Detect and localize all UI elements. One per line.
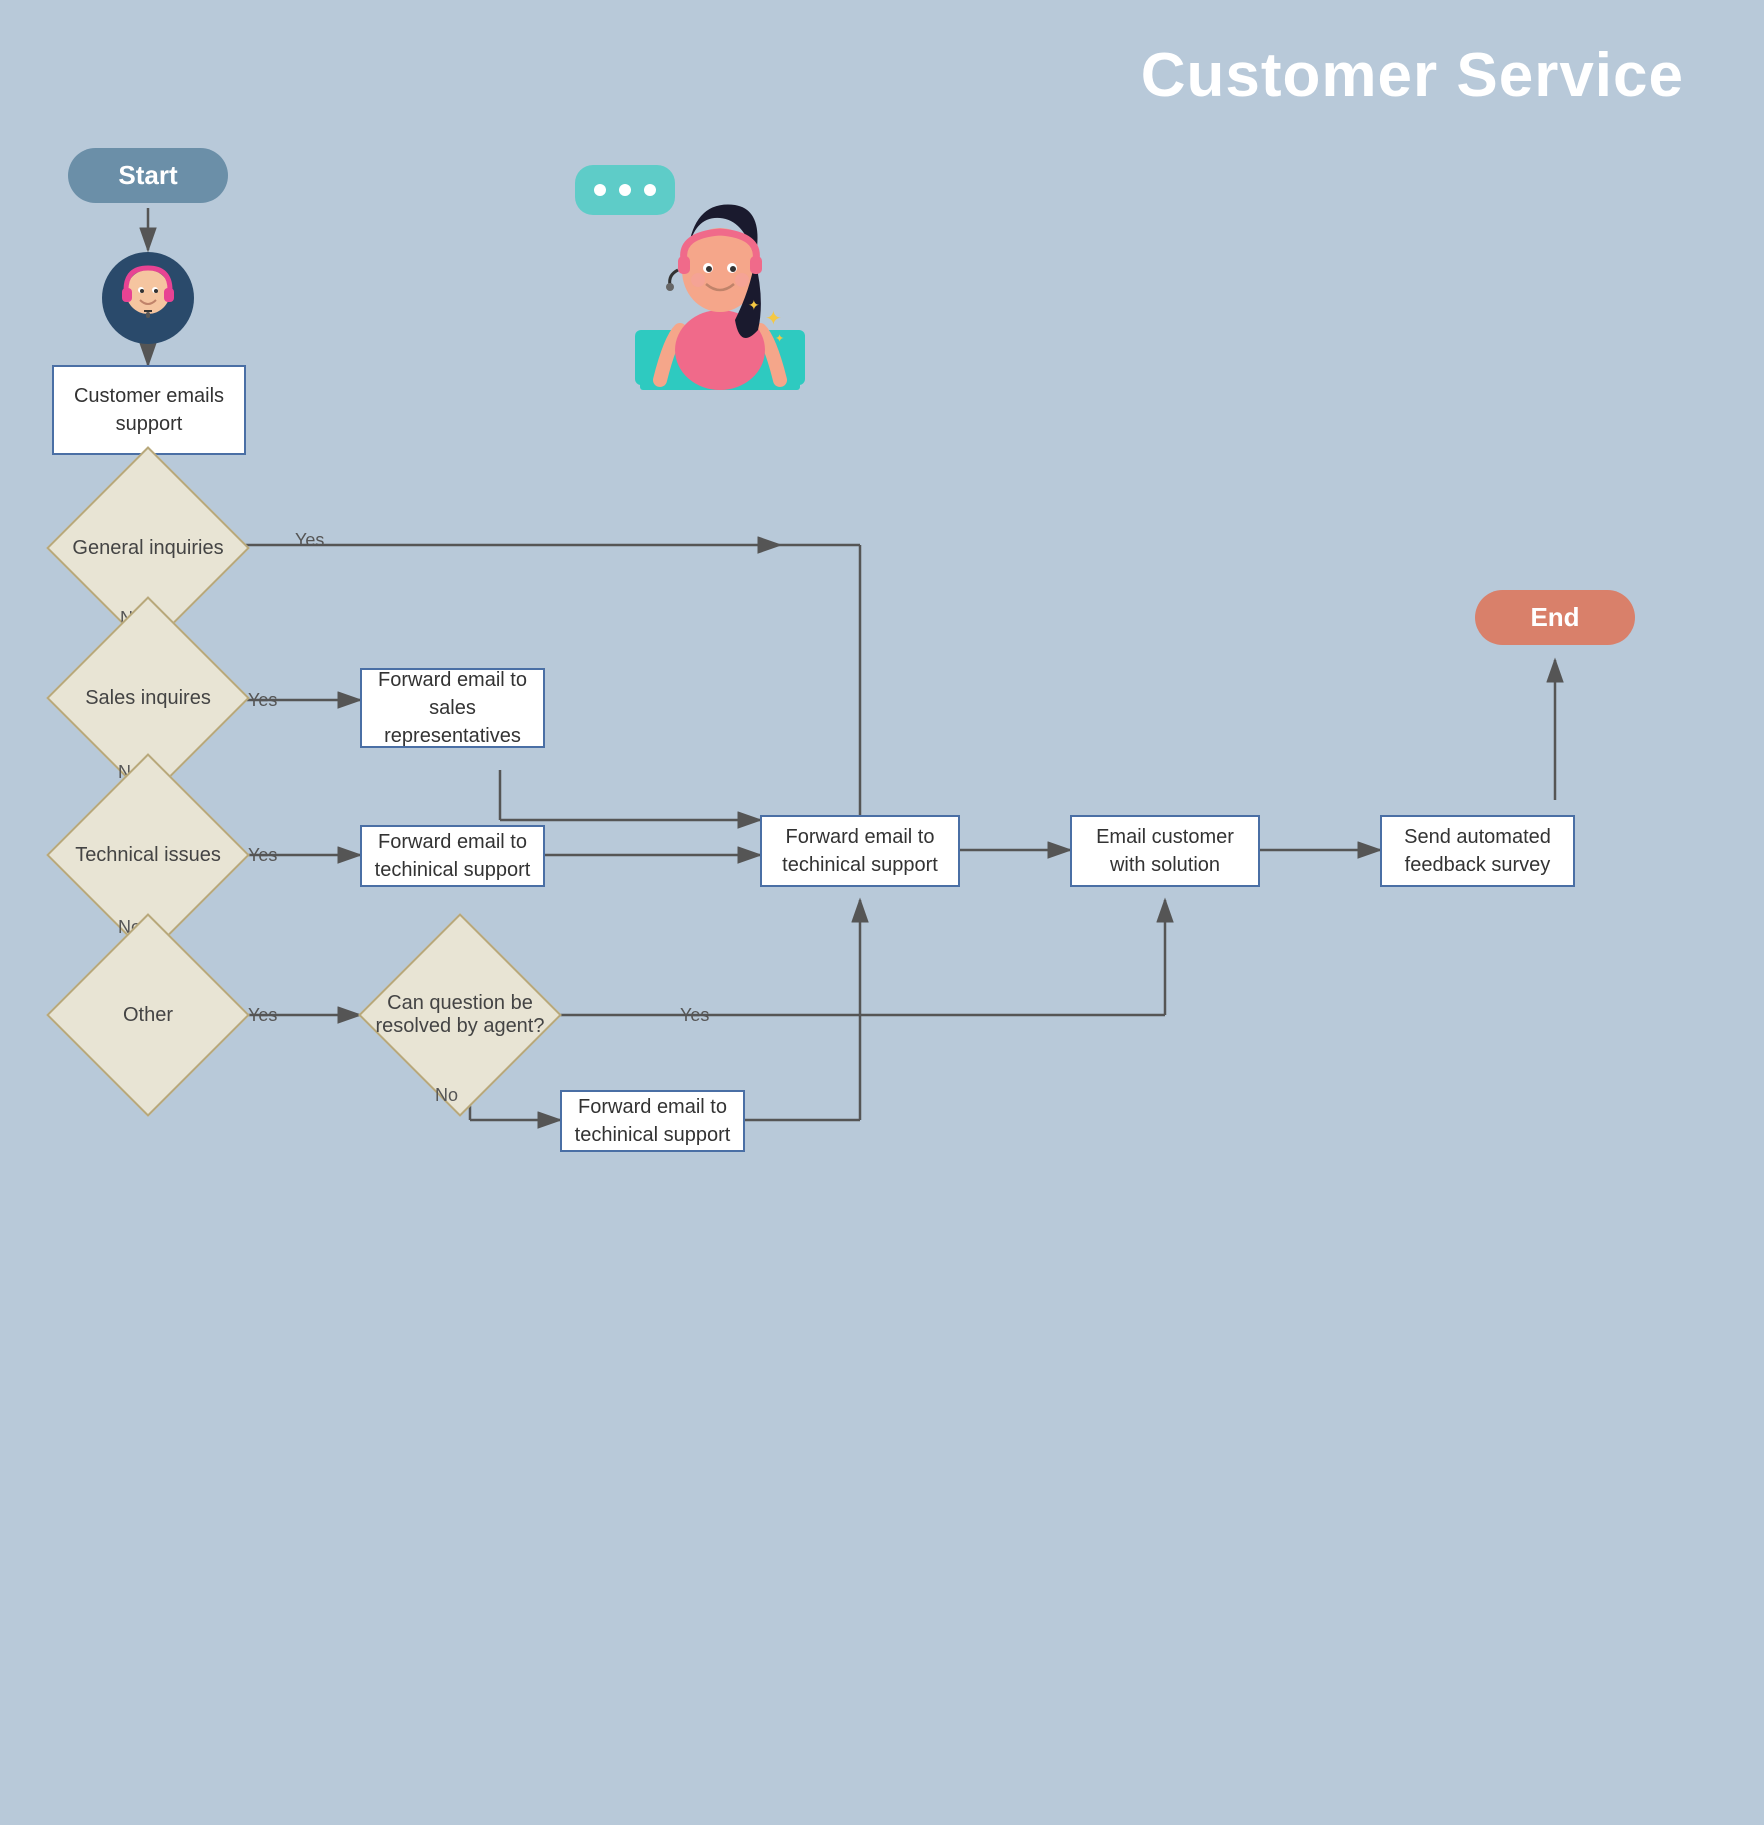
send-survey-box: Send automated feedback survey [1380, 815, 1575, 887]
general-inquiries-diamond: General inquiries [68, 498, 228, 598]
forward-email-sales-box: Forward email to sales representatives [360, 668, 545, 748]
general-yes-label: Yes [295, 530, 324, 551]
sales-inquires-diamond: Sales inquires [68, 648, 228, 748]
can-question-yes-label: Yes [680, 1005, 709, 1026]
other-yes-label: Yes [248, 1005, 277, 1026]
can-question-diamond: Can question be resolved by agent? [350, 965, 570, 1065]
forward-email-tech1-box: Forward email to techinical support [360, 825, 545, 887]
technical-yes-label: Yes [248, 845, 277, 866]
page-title: Customer Service [1141, 40, 1684, 111]
support-person-illustration: ✦ ✦ ✦ [580, 180, 860, 465]
svg-text:✦: ✦ [748, 297, 760, 313]
agent-illustration [100, 250, 196, 346]
can-question-no-label: No [435, 1085, 458, 1106]
email-customer-box: Email customer with solution [1070, 815, 1260, 887]
svg-text:✦: ✦ [775, 333, 784, 345]
technical-issues-diamond: Technical issues [68, 805, 228, 905]
customer-emails-box: Customer emails support [52, 365, 246, 455]
forward-email-tech2-box: Forward email to techinical support [560, 1090, 745, 1152]
forward-email-tech-main-box: Forward email to techinical support [760, 815, 960, 887]
sales-yes-label: Yes [248, 690, 277, 711]
start-node: Start [68, 148, 228, 203]
svg-text:✦: ✦ [765, 308, 782, 330]
other-diamond: Other [68, 965, 228, 1065]
end-node: End [1475, 590, 1635, 645]
